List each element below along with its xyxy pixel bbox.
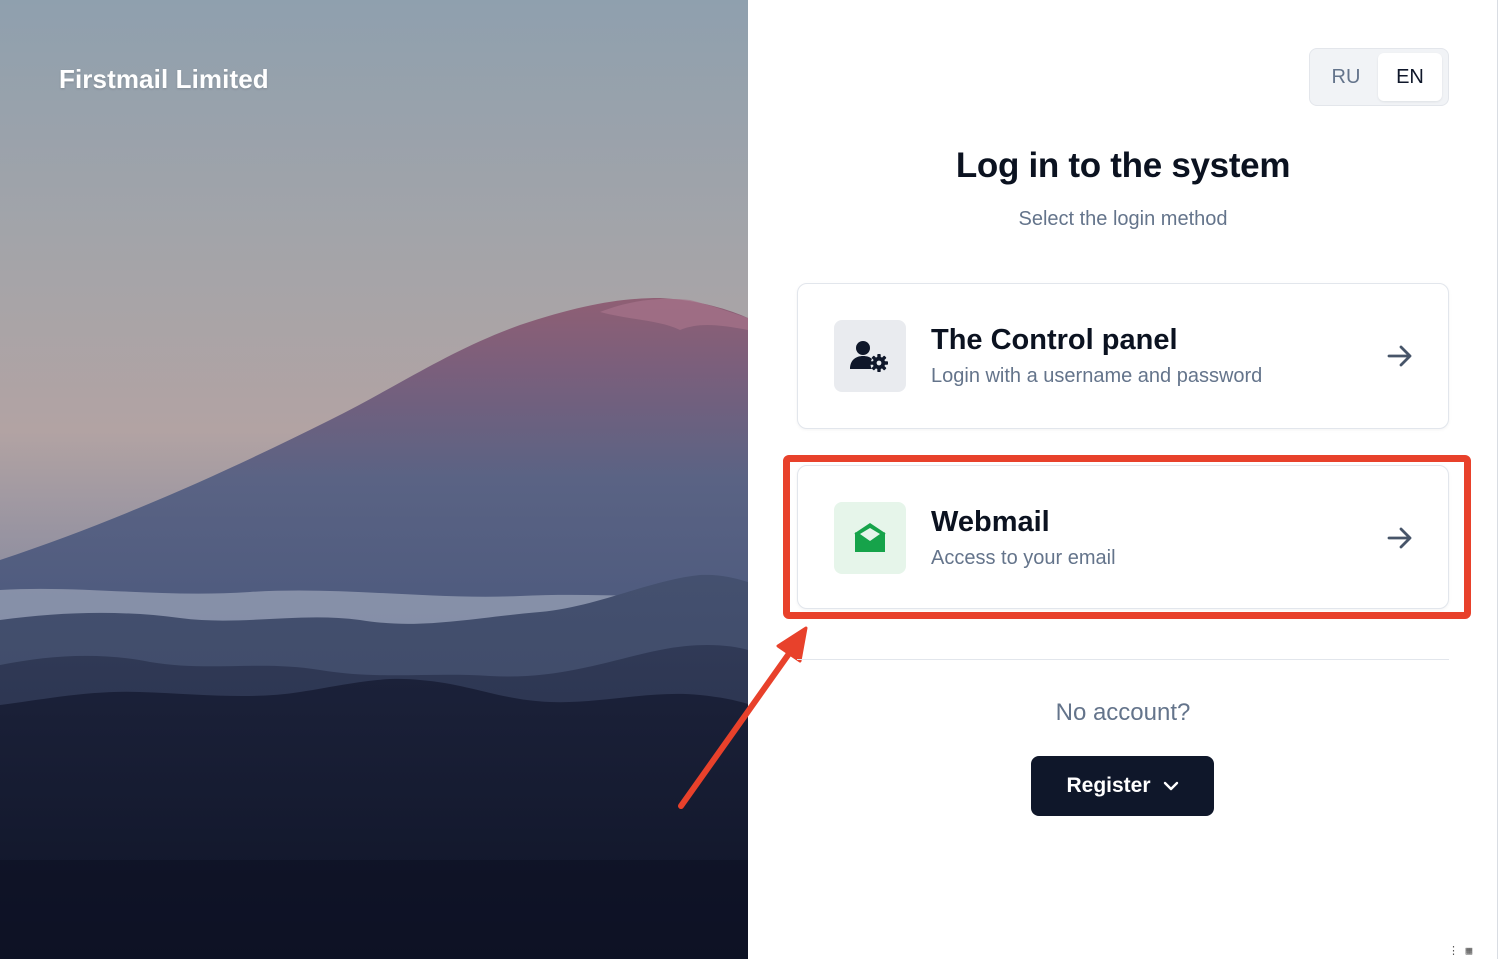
no-account-text: No account?	[1055, 699, 1191, 726]
chevron-down-icon	[1163, 781, 1178, 791]
window-edge	[1497, 0, 1498, 959]
arrow-right-icon	[1387, 345, 1412, 367]
open-envelope-icon	[834, 502, 906, 574]
resize-grip-icon[interactable]: ⋮ ▦	[1448, 944, 1488, 959]
control-panel-description: Login with a username and password	[931, 365, 1263, 387]
control-panel-login-card[interactable]: The Control panel Login with a username …	[797, 283, 1449, 429]
mountain-landscape-image	[0, 0, 748, 959]
arrow-right-icon	[1387, 527, 1412, 549]
login-page: Firstmail Limited RU EN Log in to the sy…	[0, 0, 1500, 959]
page-title: Log in to the system	[955, 146, 1291, 185]
control-panel-title: The Control panel	[931, 324, 1178, 356]
hero-image-panel: Firstmail Limited	[0, 0, 748, 959]
page-subtitle: Select the login method	[1018, 208, 1228, 230]
user-gear-icon	[834, 320, 906, 392]
section-divider	[797, 659, 1449, 660]
webmail-title: Webmail	[931, 506, 1050, 538]
webmail-description: Access to your email	[931, 547, 1116, 569]
language-option-ru[interactable]: RU	[1314, 53, 1378, 101]
language-switcher: RU EN	[1309, 48, 1449, 106]
brand-name: Firstmail Limited	[59, 64, 269, 94]
language-option-en[interactable]: EN	[1378, 53, 1442, 101]
webmail-login-card[interactable]: Webmail Access to your email	[797, 465, 1449, 609]
register-button[interactable]: Register	[1031, 756, 1214, 816]
register-button-label: Register	[1066, 774, 1151, 797]
